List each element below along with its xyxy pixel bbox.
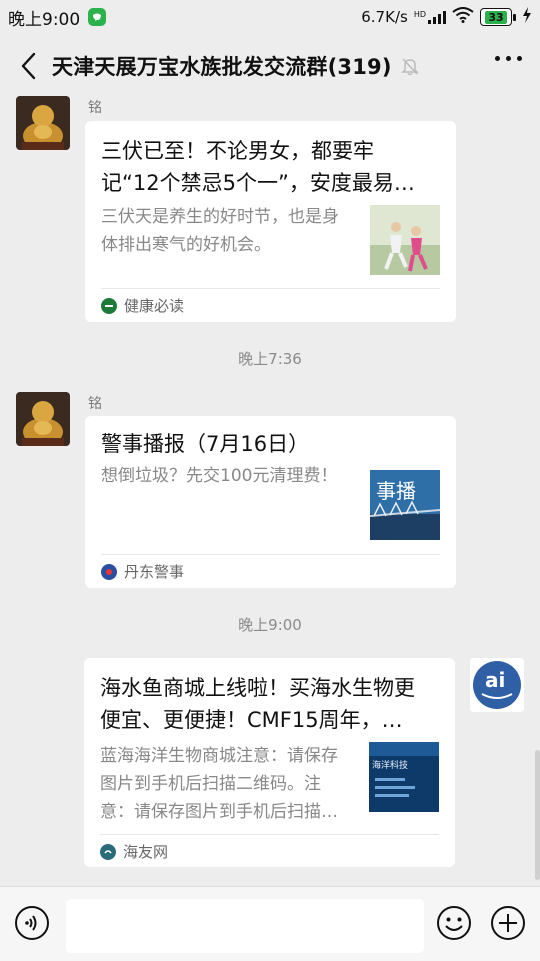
avatar-text: ai [485,668,505,692]
article-description: 想倒垃圾？先交100元清理费！ [101,466,338,486]
back-button[interactable] [4,34,52,98]
message-input[interactable] [66,899,424,953]
sender-name: 铭 [88,100,102,116]
article-title: 三伏已至！不论男女，都要牢记“12个禁忌5个一”，安度最易生病的时节 [101,139,415,195]
battery-icon: 33 [480,8,516,26]
input-bar [0,886,540,961]
more-functions-button[interactable] [490,905,526,941]
shared-article-card[interactable]: 三伏已至！不论男女，都要牢记“12个禁忌5个一”，安度最易生病的时节 三伏天是养… [85,121,456,322]
source-name: 海友网 [123,843,169,861]
mute-bell-icon [400,56,420,76]
voice-icon [15,906,49,940]
wifi-icon [452,7,474,27]
plus-icon [491,906,525,940]
emoji-icon [437,906,471,940]
wechat-notification-icon [88,8,107,26]
article-title: 警事播报（7月16日） [101,432,310,456]
timestamp: 晚上9:00 [238,616,302,634]
thumbnail-caption: 海洋科技 [372,759,408,771]
shared-article-card[interactable]: 警事播报（7月16日） 想倒垃圾？先交100元清理费！ 事播 丹东警事 [85,416,456,588]
my-avatar[interactable]: ai [470,658,524,712]
card-divider [100,834,439,835]
scrollbar[interactable] [535,750,540,880]
signal-icon: HD [414,10,446,24]
status-bar: 晚上9:00 6.7K/s HD 33 [0,0,540,34]
emoji-button[interactable] [436,905,472,941]
source-logo-icon [101,297,117,314]
chat-header: 天津天展万宝水族批发交流群(319) [0,34,540,98]
article-source: 丹东警事 [101,561,184,582]
chevron-left-icon [21,52,36,80]
voice-input-button[interactable] [14,905,50,941]
sender-avatar[interactable] [16,392,70,446]
timestamp: 晚上7:36 [238,350,302,368]
battery-level: 33 [485,10,507,24]
chat-title: 天津天展万宝水族批发交流群(319) [52,55,392,79]
article-description: 蓝海海洋生物商城注意：请保存图片到手机后扫描二维码。注意：请保存图片到手机后扫描… [100,746,338,822]
status-time: 晚上9:00 [8,9,81,30]
shared-article-card[interactable]: 海水鱼商城上线啦！买海水生物更便宜、更便捷！CMF15周年，庆典狂欢 蓝海海洋生… [84,658,455,867]
card-divider [101,288,440,289]
network-speed: 6.7K/s [361,8,408,26]
network-type: HD [413,10,426,19]
thumbnail-caption: 事播 [376,479,416,503]
article-source: 健康必读 [101,295,184,316]
sender-avatar[interactable] [16,96,70,150]
charging-icon [522,7,532,27]
article-thumbnail: 事播 [370,470,440,540]
card-divider [101,554,440,555]
police-badge-icon [101,563,117,580]
article-title: 海水鱼商城上线啦！买海水生物更便宜、更便捷！CMF15周年，庆典狂欢 [100,676,415,732]
sender-name: 铭 [88,396,102,412]
source-name: 丹东警事 [124,563,185,581]
article-source: 海友网 [100,841,168,862]
article-thumbnail: 海洋科技 [369,742,439,812]
source-logo-icon [100,843,116,860]
article-description: 三伏天是养生的好时节，也是身体排出寒气的好机会。 [101,207,339,255]
more-options-button[interactable] [495,56,522,61]
source-name: 健康必读 [124,297,185,315]
article-thumbnail [370,205,440,275]
